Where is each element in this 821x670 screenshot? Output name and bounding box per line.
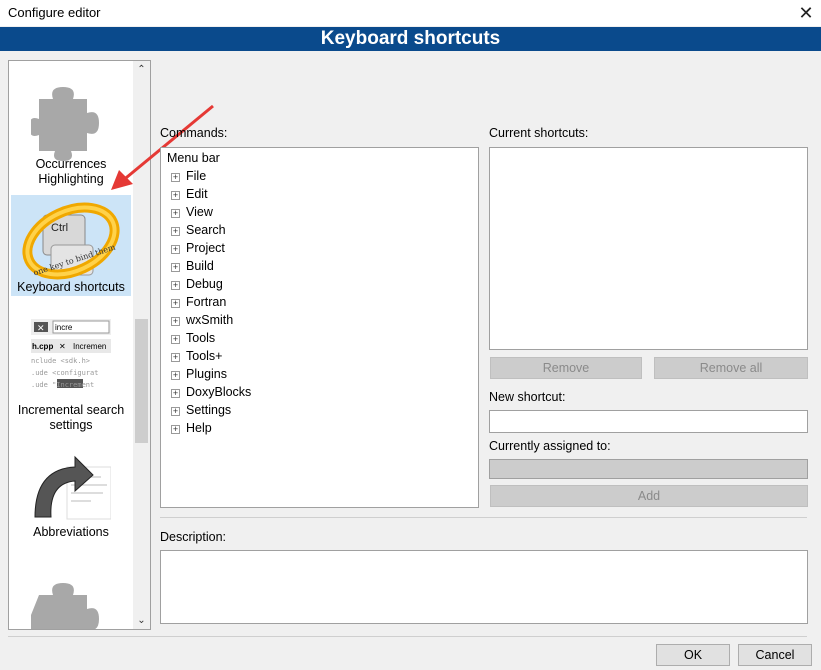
category-item-plugin[interactable] (11, 561, 131, 629)
abbreviations-icon (34, 455, 111, 520)
currently-assigned-label: Currently assigned to: (489, 439, 611, 453)
search-text: incre (55, 323, 73, 332)
commands-label: Commands: (160, 126, 228, 140)
category-label: Keyboard shortcuts (17, 280, 125, 294)
new-shortcut-input[interactable] (489, 410, 808, 433)
svg-text:✕: ✕ (37, 323, 45, 333)
new-shortcut-label: New shortcut: (489, 390, 566, 404)
commands-tree[interactable]: Menu bar + File + Edit + View + Search + Proj… (160, 147, 479, 508)
divider (8, 636, 807, 637)
ok-button[interactable]: OK (656, 644, 730, 666)
expand-icon[interactable]: + (171, 173, 180, 182)
currently-assigned-field (489, 459, 808, 479)
key-label: Ctrl (51, 222, 68, 234)
add-button[interactable]: Add (490, 485, 808, 507)
window-title: Configure editor (8, 5, 101, 20)
expand-icon[interactable]: + (171, 263, 180, 272)
expand-icon[interactable]: + (171, 299, 180, 308)
close-icon[interactable]: ✕ (791, 0, 821, 26)
remove-all-button[interactable]: Remove all (654, 357, 808, 379)
category-label: Abbreviations (33, 525, 109, 539)
current-shortcuts-label: Current shortcuts: (489, 126, 589, 140)
chevron-down-icon[interactable]: ⌄ (133, 612, 150, 629)
page-title: Keyboard shortcuts (0, 27, 821, 51)
expand-icon[interactable]: + (171, 209, 180, 218)
category-item-abbreviations[interactable]: Abbreviations (11, 445, 131, 545)
keyboard-ring-icon: Ctrl one key to bind them (22, 202, 120, 280)
category-item-incremental-search[interactable]: ✕ incre h.cpp ✕ Incremen nclude <sdk.h> … (11, 311, 131, 441)
expand-icon[interactable]: + (171, 191, 180, 200)
category-label: settings (49, 418, 93, 432)
chevron-up-icon[interactable]: ⌃ (133, 61, 150, 78)
scrollbar-thumb[interactable] (135, 319, 148, 443)
incremental-search-icon: ✕ incre h.cpp ✕ Incremen nclude <sdk.h> … (31, 319, 111, 389)
expand-icon[interactable]: + (171, 317, 180, 326)
window-titlebar: Configure editor ✕ (0, 0, 821, 26)
puzzle-icon (31, 87, 99, 161)
tab-label: Incremen (73, 342, 106, 351)
expand-icon[interactable]: + (171, 407, 180, 416)
expand-icon[interactable]: + (171, 353, 180, 362)
expand-icon[interactable]: + (171, 335, 180, 344)
expand-icon[interactable]: + (171, 245, 180, 254)
expand-icon[interactable]: + (171, 227, 180, 236)
divider (160, 517, 807, 518)
code-line: .ude <configurat (31, 369, 98, 377)
category-label: Incremental search (17, 403, 125, 417)
expand-icon[interactable]: + (171, 389, 180, 398)
code-line: .ude "Increment (31, 381, 94, 389)
remove-button[interactable]: Remove (490, 357, 642, 379)
description-label: Description: (160, 530, 226, 544)
puzzle-icon (31, 583, 99, 629)
description-field (160, 550, 808, 624)
svg-text:✕: ✕ (59, 342, 66, 351)
tab-label: h.cpp (32, 342, 53, 351)
expand-icon[interactable]: + (171, 371, 180, 380)
expand-icon[interactable]: + (171, 281, 180, 290)
expand-icon[interactable]: + (171, 425, 180, 434)
tree-root-menu-bar[interactable]: Menu bar (167, 151, 220, 165)
code-line: nclude <sdk.h> (31, 357, 90, 365)
category-item-keyboard-shortcuts[interactable]: Ctrl one key to bind them Keyboard short… (11, 195, 131, 296)
current-shortcuts-list[interactable] (489, 147, 808, 350)
cancel-button[interactable]: Cancel (738, 644, 812, 666)
